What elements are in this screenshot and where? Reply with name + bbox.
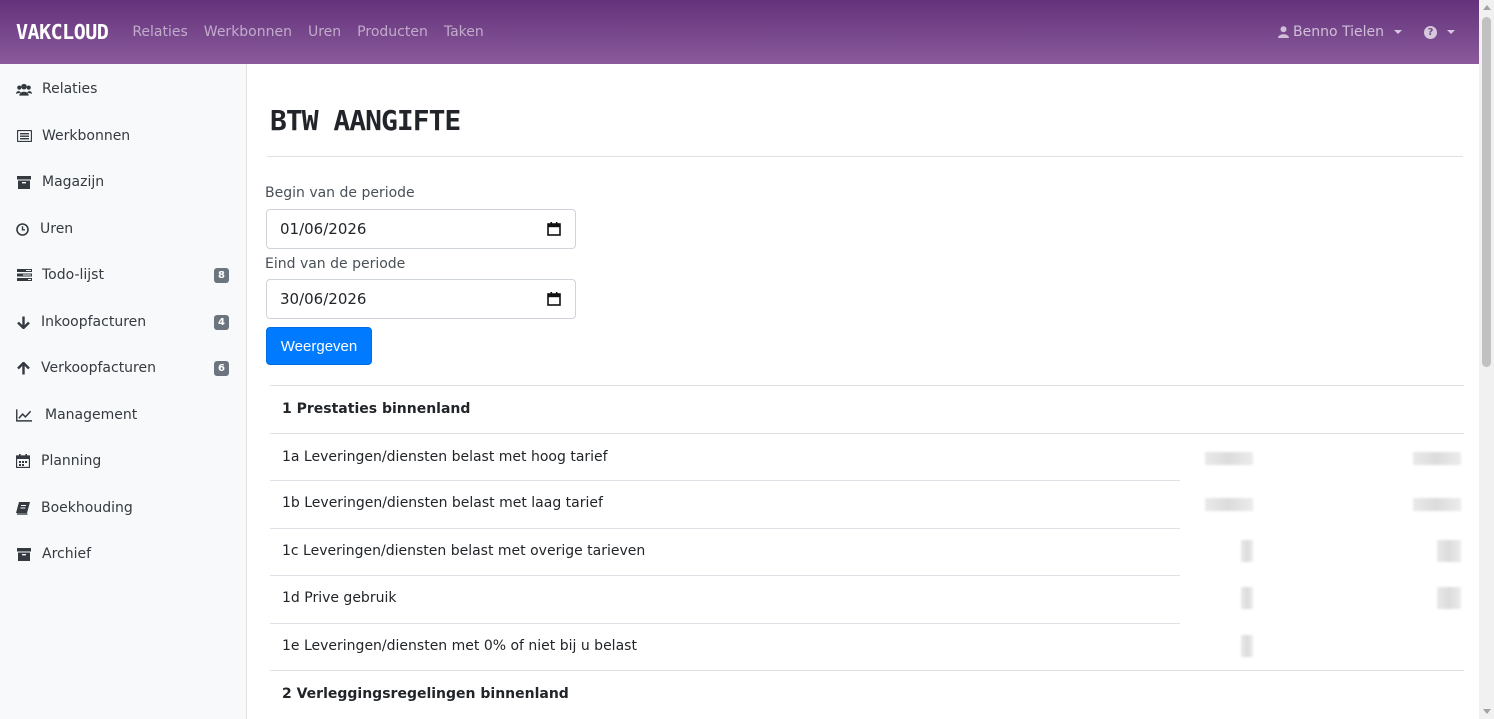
main-content: BTW AANGIFTE Begin van de periode 01/06/… xyxy=(247,64,1479,719)
nav-producten[interactable]: Producten xyxy=(357,24,428,40)
sidebar-item-boekhouding[interactable]: Boekhouding xyxy=(0,485,246,531)
sidebar-item-label: Boekhouding xyxy=(41,500,133,516)
sidebar-item-label: Archief xyxy=(42,546,92,562)
blurred-amount xyxy=(1437,539,1461,562)
sidebar-item-label: Verkoopfacturen xyxy=(41,360,156,376)
calendar-icon xyxy=(15,453,31,469)
sidebar: Relaties Werkbonnen Magazijn Uren Todo-l… xyxy=(0,64,247,719)
table-cell: 1a Leveringen/diensten belast met hoog t… xyxy=(282,448,608,465)
sidebar-item-label: Uren xyxy=(40,221,74,237)
sidebar-item-management[interactable]: Management xyxy=(0,392,246,438)
table-row: 1c Leveringen/diensten belast met overig… xyxy=(270,527,1464,576)
sidebar-item-inkoopfacturen[interactable]: Inkoopfacturen 4 xyxy=(0,299,246,345)
table-row-section: 2 Verleggingsregelingen binnenland xyxy=(270,670,1464,718)
end-date-input[interactable]: 30/06/2026 xyxy=(266,279,576,319)
table-cell: 1c Leveringen/diensten belast met overig… xyxy=(282,542,646,559)
scroll-down-icon[interactable] xyxy=(1483,709,1491,714)
end-date-value: 30/06/2026 xyxy=(280,290,367,308)
top-nav: Relaties Werkbonnen Uren Producten Taken xyxy=(132,24,499,40)
arrow-down-icon xyxy=(15,314,31,330)
table-row: 1a Leveringen/diensten belast met hoog t… xyxy=(270,432,1464,481)
sidebar-item-verkoopfacturen[interactable]: Verkoopfacturen 6 xyxy=(0,345,246,391)
nav-taken[interactable]: Taken xyxy=(444,24,484,40)
list-alt-icon xyxy=(16,128,32,144)
help-menu[interactable]: ? xyxy=(1424,25,1455,39)
inkoop-count-badge: 4 xyxy=(214,314,229,330)
sidebar-item-uren[interactable]: Uren xyxy=(0,206,246,252)
table-row: 1b Leveringen/diensten belast met laag t… xyxy=(270,480,1464,528)
blurred-amount xyxy=(1205,498,1253,511)
blurred-amount xyxy=(1413,451,1461,465)
table-row: 1e Leveringen/diensten met 0% of niet bi… xyxy=(270,622,1464,671)
verkoop-count-badge: 6 xyxy=(214,360,229,376)
sidebar-item-todo-lijst[interactable]: Todo-lijst 8 xyxy=(0,252,246,298)
blurred-amount xyxy=(1437,587,1461,609)
table-cell: 1 Prestaties binnenland xyxy=(282,401,471,417)
blurred-amount xyxy=(1413,498,1461,511)
show-button[interactable]: Weergeven xyxy=(266,327,372,365)
begin-date-input[interactable]: 01/06/2026 xyxy=(266,209,576,249)
sidebar-item-planning[interactable]: Planning xyxy=(0,438,246,484)
begin-period-label: Begin van de periode xyxy=(265,185,415,201)
book-icon xyxy=(15,500,31,516)
page-title: BTW AANGIFTE xyxy=(270,104,461,137)
sidebar-item-relaties[interactable]: Relaties xyxy=(0,66,246,112)
sidebar-item-label: Werkbonnen xyxy=(42,128,131,144)
table-row: 1d Prive gebruik xyxy=(270,575,1464,623)
users-icon xyxy=(16,81,32,97)
table-cell: 1d Prive gebruik xyxy=(282,590,397,606)
sidebar-item-label: Inkoopfacturen xyxy=(41,314,147,330)
user-icon xyxy=(1278,26,1290,38)
archive-icon xyxy=(16,546,32,562)
chevron-down-icon xyxy=(1394,30,1402,34)
sidebar-item-label: Relaties xyxy=(42,81,98,97)
blurred-amount xyxy=(1241,587,1253,609)
archive-icon xyxy=(16,174,32,190)
clock-icon xyxy=(14,221,30,237)
scrollbar-thumb[interactable] xyxy=(1482,17,1491,367)
sidebar-item-werkbonnen[interactable]: Werkbonnen xyxy=(0,113,246,159)
arrow-up-icon xyxy=(15,360,31,376)
user-menu[interactable]: Benno Tielen xyxy=(1278,24,1402,40)
line-chart-icon xyxy=(16,407,32,423)
blurred-amount xyxy=(1241,634,1253,657)
sidebar-item-label: Management xyxy=(45,407,138,423)
begin-date-value: 01/06/2026 xyxy=(280,220,367,238)
user-name: Benno Tielen xyxy=(1293,24,1384,40)
blurred-amount xyxy=(1241,539,1253,562)
end-period-label: Eind van de periode xyxy=(265,256,406,272)
sidebar-item-label: Todo-lijst xyxy=(42,267,104,283)
nav-uren[interactable]: Uren xyxy=(308,24,341,40)
table-row-section: 1 Prestaties binnenland xyxy=(270,385,1464,433)
table-cell: 2 Verleggingsregelingen binnenland xyxy=(282,686,569,702)
sidebar-item-label: Magazijn xyxy=(42,174,105,190)
sidebar-item-magazijn[interactable]: Magazijn xyxy=(0,159,246,205)
top-navbar: VAKCLOUD Relaties Werkbonnen Uren Produc… xyxy=(0,0,1479,64)
nav-relaties[interactable]: Relaties xyxy=(132,24,187,40)
calendar-icon[interactable] xyxy=(547,292,561,306)
todo-count-badge: 8 xyxy=(214,267,229,283)
blurred-amount xyxy=(1205,451,1253,465)
calendar-icon[interactable] xyxy=(547,222,561,236)
question-icon: ? xyxy=(1424,25,1437,39)
sidebar-item-label: Planning xyxy=(41,453,102,469)
top-right-menu: Benno Tielen ? xyxy=(1278,0,1455,64)
page-scrollbar[interactable] xyxy=(1479,0,1494,719)
btw-table: 1 Prestaties binnenland 1a Leveringen/di… xyxy=(270,385,1464,718)
brand-logo[interactable]: VAKCLOUD xyxy=(16,20,109,44)
title-divider xyxy=(267,156,1463,157)
scroll-up-icon[interactable] xyxy=(1483,5,1491,10)
table-cell: 1e Leveringen/diensten met 0% of niet bi… xyxy=(282,637,637,654)
table-cell: 1b Leveringen/diensten belast met laag t… xyxy=(282,495,603,511)
tasks-icon xyxy=(16,267,32,283)
sidebar-item-archief[interactable]: Archief xyxy=(0,531,246,577)
nav-werkbonnen[interactable]: Werkbonnen xyxy=(204,24,292,40)
chevron-down-icon xyxy=(1447,30,1455,34)
